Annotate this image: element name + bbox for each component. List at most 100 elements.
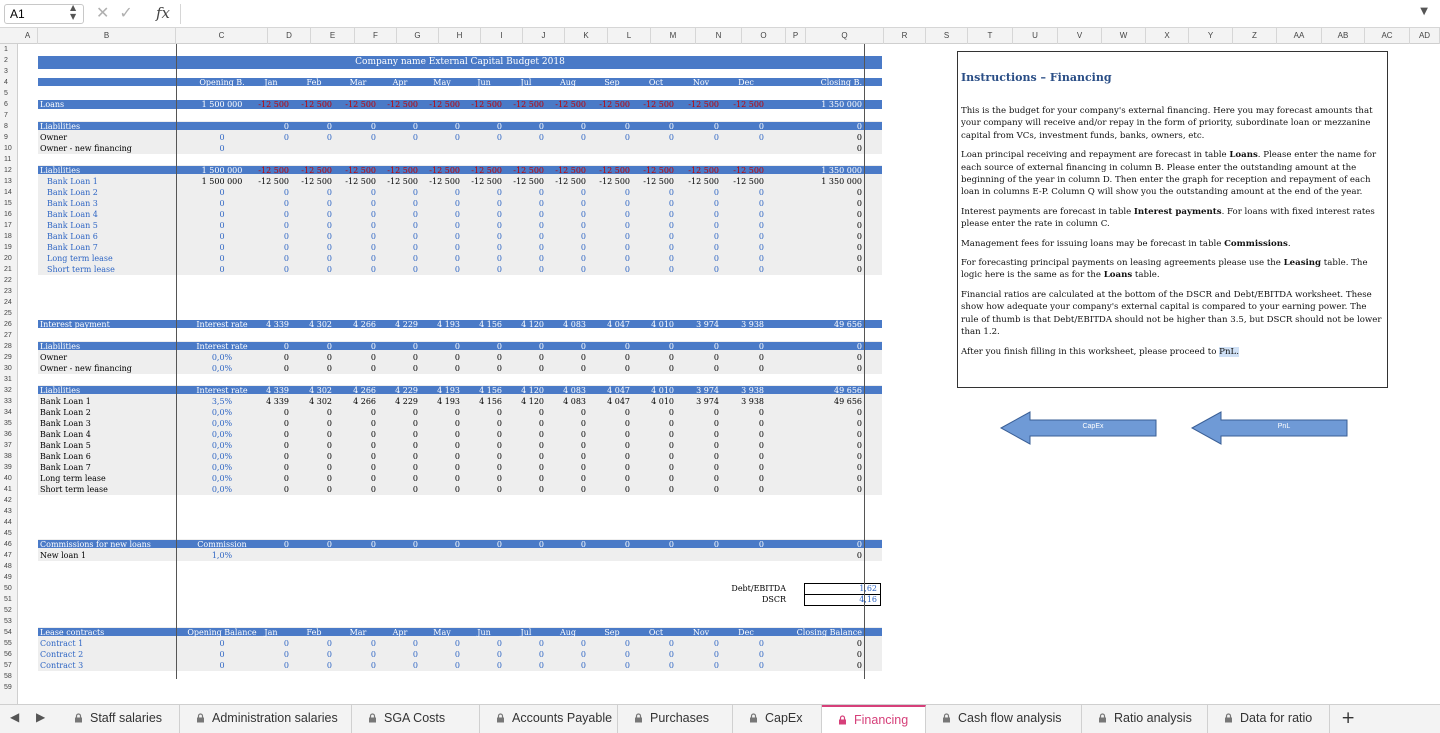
cell[interactable]: 0 — [430, 451, 460, 462]
cell[interactable]: 0 — [472, 352, 502, 363]
cell[interactable]: 0 — [388, 132, 418, 143]
cell[interactable]: 0 — [388, 363, 418, 374]
cell[interactable]: 0 — [556, 341, 586, 352]
cell[interactable]: 0 — [689, 363, 719, 374]
cell[interactable]: -12 500 — [675, 165, 719, 176]
cell[interactable]: 0 — [332, 187, 376, 198]
column-header[interactable]: C — [176, 28, 268, 44]
cell[interactable]: 4 010 — [634, 319, 674, 330]
cell[interactable]: 4 193 — [420, 385, 460, 396]
cell[interactable]: 0 — [514, 352, 544, 363]
row-header[interactable]: 48 — [0, 561, 18, 572]
column-header[interactable]: H — [439, 28, 481, 44]
column-label[interactable]: Closing Balance — [782, 627, 862, 638]
cell[interactable]: 0 — [600, 407, 630, 418]
cell[interactable]: 0 — [288, 220, 332, 231]
cell[interactable]: 0 — [472, 341, 502, 352]
row-header[interactable]: 3 — [0, 66, 18, 77]
cell[interactable]: 0 — [556, 473, 586, 484]
cell[interactable]: 4 083 — [546, 385, 586, 396]
cell[interactable]: 0 — [586, 264, 630, 275]
row-header[interactable]: 50 — [0, 583, 18, 594]
cell[interactable]: 0 — [332, 242, 376, 253]
cell[interactable]: 0 — [586, 253, 630, 264]
cell[interactable]: 0 — [720, 198, 764, 209]
cell[interactable]: 0 — [586, 198, 630, 209]
column-label[interactable]: Opening Balance — [182, 627, 262, 638]
cell[interactable]: 0 — [388, 407, 418, 418]
month-label[interactable]: Apr — [380, 627, 420, 638]
cell[interactable]: 0 — [792, 220, 862, 231]
cell[interactable]: 0 — [792, 242, 862, 253]
cell[interactable]: 0 — [630, 231, 674, 242]
cell[interactable]: 0 — [430, 341, 460, 352]
cell[interactable]: 0 — [734, 121, 764, 132]
cell[interactable]: 0 — [302, 660, 332, 671]
cell[interactable]: 0 — [259, 539, 289, 550]
column-label[interactable]: Closing B. — [792, 77, 862, 88]
month-label[interactable]: Feb — [294, 627, 334, 638]
cell[interactable]: 0 — [644, 473, 674, 484]
scroll-left-icon[interactable]: ◀ — [10, 710, 19, 724]
name-box-stepper-icon[interactable]: ▲ ▼ — [70, 3, 76, 21]
cell[interactable]: 0 — [689, 418, 719, 429]
cell[interactable]: 0 — [600, 121, 630, 132]
cell[interactable]: 0,0% — [197, 484, 247, 495]
cell[interactable]: -12 500 — [630, 165, 674, 176]
row-label[interactable]: Contract 2 — [40, 649, 83, 660]
month-label[interactable]: Oct — [636, 627, 676, 638]
cell[interactable]: 0 — [644, 407, 674, 418]
cell[interactable]: 0 — [346, 121, 376, 132]
cell[interactable]: 0 — [430, 484, 460, 495]
cell[interactable]: 0 — [675, 209, 719, 220]
month-label[interactable]: Aug — [548, 627, 588, 638]
cell[interactable]: 0 — [259, 484, 289, 495]
row-header[interactable]: 31 — [0, 374, 18, 385]
row-label[interactable]: Contract 1 — [40, 638, 83, 649]
cell[interactable]: 0 — [346, 660, 376, 671]
cell[interactable]: 0 — [302, 451, 332, 462]
worksheet-grid[interactable]: Company name External Capital Budget 201… — [18, 44, 1440, 704]
cell[interactable]: 0 — [802, 462, 862, 473]
cell[interactable]: 0 — [514, 418, 544, 429]
cell[interactable]: 0 — [388, 429, 418, 440]
cell[interactable]: 0 — [458, 231, 502, 242]
cell[interactable]: 0 — [600, 649, 630, 660]
cell[interactable]: 0 — [734, 418, 764, 429]
cell[interactable]: 0 — [500, 253, 544, 264]
tab-staff-salaries[interactable]: Staff salaries — [60, 705, 180, 733]
cell[interactable]: -12 500 — [245, 99, 289, 110]
cell[interactable]: 0 — [792, 231, 862, 242]
cell[interactable]: 0 — [720, 264, 764, 275]
cell[interactable]: 0 — [302, 649, 332, 660]
cell[interactable]: 0 — [514, 660, 544, 671]
row-header[interactable]: 59 — [0, 682, 18, 693]
cell[interactable]: -12 500 — [288, 99, 332, 110]
cell[interactable]: 0 — [734, 341, 764, 352]
cell[interactable]: 0 — [302, 341, 332, 352]
cell[interactable]: 0 — [832, 660, 862, 671]
cell[interactable]: 0 — [430, 473, 460, 484]
cell[interactable]: 0 — [630, 220, 674, 231]
row-header[interactable]: 43 — [0, 506, 18, 517]
column-header[interactable]: Q — [806, 28, 884, 44]
cell[interactable]: 0 — [472, 429, 502, 440]
cell[interactable]: -12 500 — [586, 99, 630, 110]
cell[interactable]: 0 — [245, 264, 289, 275]
cell[interactable]: 0 — [458, 198, 502, 209]
cell[interactable]: 4 010 — [634, 385, 674, 396]
tab-sga-costs[interactable]: SGA Costs — [352, 705, 480, 733]
cell[interactable]: 0 — [430, 539, 460, 550]
cell[interactable]: 0 — [802, 451, 862, 462]
ratio-value[interactable]: 4,16 — [804, 594, 881, 606]
capex-arrow-button[interactable]: CapEx — [999, 411, 1158, 445]
cell[interactable]: 0 — [720, 220, 764, 231]
cell[interactable]: 4 266 — [336, 319, 376, 330]
column-header[interactable]: T — [968, 28, 1013, 44]
cell[interactable]: 0 — [346, 484, 376, 495]
cell[interactable]: 0 — [207, 649, 237, 660]
cell[interactable]: 0 — [600, 660, 630, 671]
cell[interactable]: 0 — [600, 418, 630, 429]
cell[interactable]: 0 — [792, 198, 862, 209]
cell[interactable]: -12 500 — [720, 165, 764, 176]
